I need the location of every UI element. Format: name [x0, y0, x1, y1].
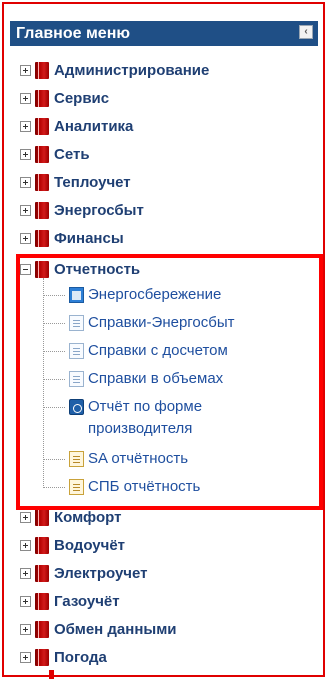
- menu-item-reporting[interactable]: Отчетность: [20, 257, 140, 281]
- expand-plus-icon[interactable]: [20, 120, 31, 132]
- menu-item-label: Администрирование: [54, 61, 210, 79]
- menu-item-label: Электроучет: [54, 564, 148, 582]
- expand-plus-icon[interactable]: [20, 148, 31, 160]
- expand-plus-icon[interactable]: [20, 232, 31, 244]
- book-icon: [35, 201, 49, 219]
- menu-item-heat-metering[interactable]: Теплоучет: [20, 170, 131, 194]
- submenu-label: SA отчётность: [88, 450, 189, 467]
- menu-item-weather[interactable]: Погода: [20, 645, 107, 669]
- expand-plus-icon[interactable]: [20, 511, 31, 523]
- book-icon: [35, 648, 49, 666]
- expand-plus-icon[interactable]: [20, 64, 31, 76]
- submenu-references-energy-sales[interactable]: Справки-Энергосбыт: [88, 312, 235, 336]
- book-icon: [35, 620, 49, 638]
- menu-item-analytics[interactable]: Аналитика: [20, 114, 133, 138]
- tree-connector: [43, 351, 65, 352]
- menu-item-comfort[interactable]: Комфорт: [20, 505, 121, 529]
- tree-connector: [43, 459, 65, 460]
- window-icon: [69, 287, 84, 303]
- collapse-icon[interactable]: ‹: [299, 25, 313, 39]
- book-icon: [35, 173, 49, 191]
- submenu-sa-reporting[interactable]: SA отчётность: [88, 448, 188, 472]
- submenu-references-recalc[interactable]: Справки с досчетом: [88, 340, 228, 364]
- menu-item-label: Теплоучет: [54, 173, 131, 191]
- submenu-label: Энергосбережение: [88, 286, 222, 303]
- menu-item-label: Обмен данными: [54, 620, 177, 638]
- submenu-label: Отчёт по форме производителя: [88, 398, 203, 437]
- menu-item-gas-metering[interactable]: Газоучёт: [20, 589, 120, 613]
- book-icon: [35, 536, 49, 554]
- collapse-minus-icon[interactable]: [20, 263, 31, 275]
- expand-plus-icon[interactable]: [20, 92, 31, 104]
- tree-connector: [43, 407, 65, 408]
- submenu-label: Справки с досчетом: [88, 342, 228, 359]
- tree-connector: [43, 323, 65, 324]
- expand-plus-icon[interactable]: [20, 539, 31, 551]
- book-icon: [35, 508, 49, 526]
- menu-item-label: Водоучёт: [54, 536, 126, 554]
- menu-item-label: Аналитика: [54, 117, 134, 135]
- submenu-energy-saving[interactable]: Энергосбережение: [88, 284, 221, 308]
- expand-plus-icon[interactable]: [20, 567, 31, 579]
- submenu-label: Справки-Энергосбыт: [88, 314, 235, 331]
- menu-item-label: Отчетность: [54, 260, 141, 278]
- document-icon: [69, 315, 84, 331]
- main-menu-header: Главное меню ‹: [10, 21, 318, 46]
- menu-item-administration[interactable]: Администрирование: [20, 58, 209, 82]
- expand-plus-icon[interactable]: [20, 623, 31, 635]
- bottom-marker: [49, 670, 54, 679]
- tree-connector: [43, 379, 65, 380]
- menu-item-label: Сервис: [54, 89, 110, 107]
- book-icon: [35, 592, 49, 610]
- menu-item-finance[interactable]: Финансы: [20, 226, 124, 250]
- expand-plus-icon[interactable]: [20, 651, 31, 663]
- menu-item-water-metering[interactable]: Водоучёт: [20, 533, 125, 557]
- submenu-references-volumes[interactable]: Справки в объемах: [88, 368, 223, 392]
- tree-connector: [43, 278, 44, 488]
- tree-connector: [43, 295, 65, 296]
- menu-item-network[interactable]: Сеть: [20, 142, 90, 166]
- book-icon: [35, 229, 49, 247]
- document-icon: [69, 343, 84, 359]
- menu-item-energy-sales[interactable]: Энергосбыт: [20, 198, 144, 222]
- menu-item-label: Комфорт: [54, 508, 122, 526]
- menu-item-label: Газоучёт: [54, 592, 120, 610]
- menu-item-data-exchange[interactable]: Обмен данными: [20, 617, 177, 641]
- menu-item-label: Финансы: [54, 229, 124, 247]
- submenu-label: Справки в объемах: [88, 370, 224, 387]
- submenu-spb-reporting[interactable]: СПБ отчётность: [88, 476, 200, 500]
- book-icon: [35, 117, 49, 135]
- expand-plus-icon[interactable]: [20, 176, 31, 188]
- expand-plus-icon[interactable]: [20, 595, 31, 607]
- menu-item-label: Погода: [54, 648, 107, 666]
- book-icon: [35, 260, 49, 278]
- book-icon: [35, 89, 49, 107]
- menu-item-electricity-metering[interactable]: Электроучет: [20, 561, 148, 585]
- submenu-label: СПБ отчётность: [88, 478, 201, 495]
- spreadsheet-icon: [69, 451, 84, 467]
- book-icon: [35, 564, 49, 582]
- menu-item-service[interactable]: Сервис: [20, 86, 109, 110]
- document-icon: [69, 371, 84, 387]
- book-icon: [35, 61, 49, 79]
- spreadsheet-icon: [69, 479, 84, 495]
- report-gear-icon: [69, 399, 84, 415]
- submenu-manufacturer-report[interactable]: Отчёт по форме производителя: [88, 396, 278, 444]
- menu-item-label: Сеть: [54, 145, 90, 163]
- expand-plus-icon[interactable]: [20, 204, 31, 216]
- book-icon: [35, 145, 49, 163]
- menu-item-label: Энергосбыт: [54, 201, 144, 219]
- main-menu-title: Главное меню: [16, 25, 131, 42]
- tree-connector: [43, 487, 65, 488]
